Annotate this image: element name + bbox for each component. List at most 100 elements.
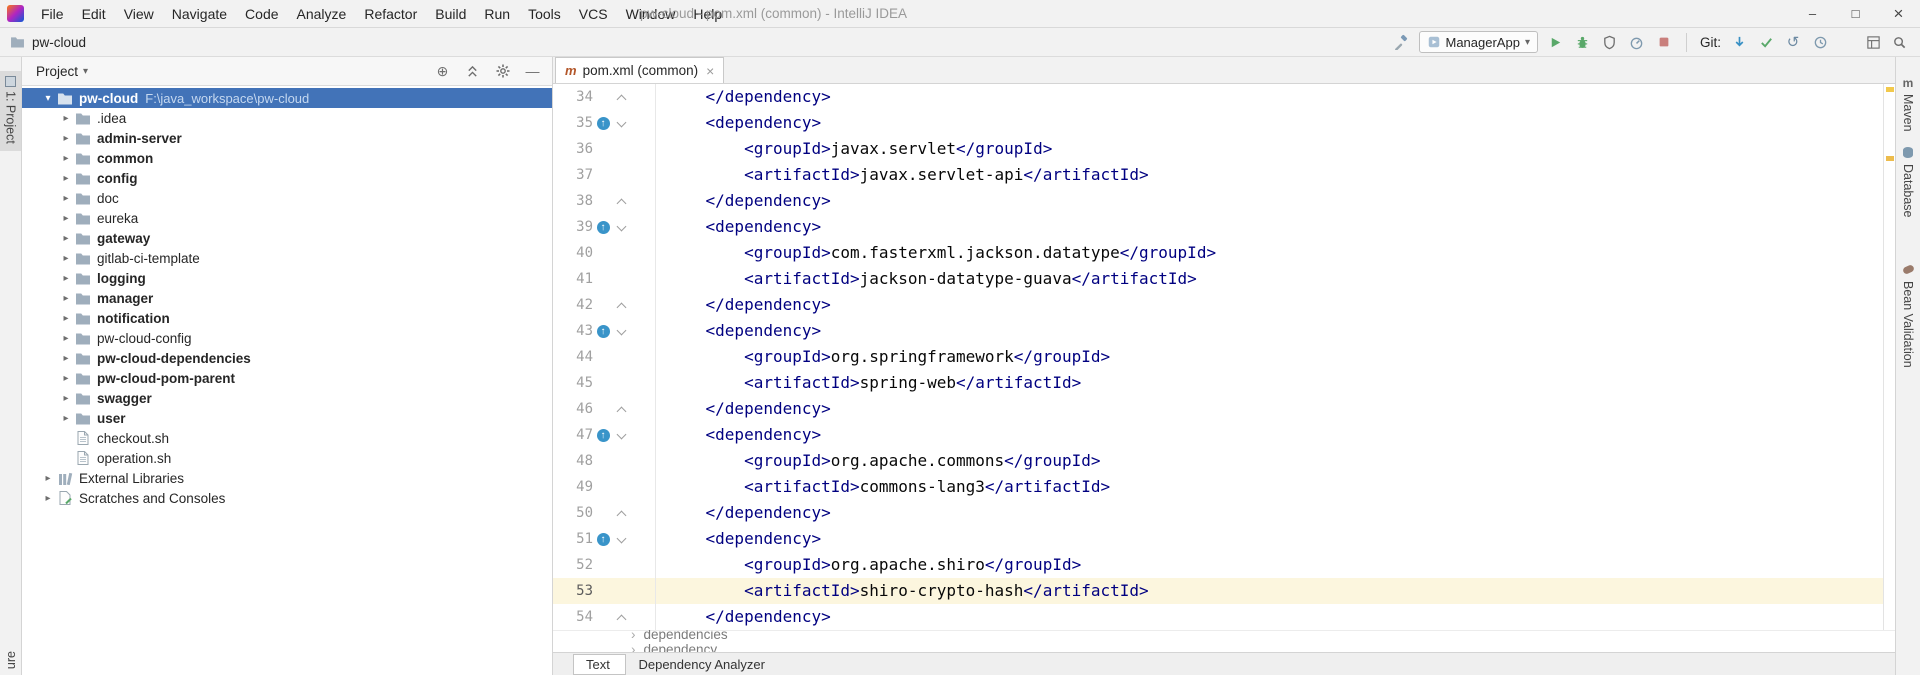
fold-marker-icon[interactable] [613, 292, 631, 318]
project-item-external-libraries[interactable]: ▸ External Libraries [22, 468, 552, 488]
fold-marker-icon[interactable] [613, 344, 631, 370]
code-text[interactable]: </dependency> [655, 604, 831, 630]
run-with-coverage-button[interactable] [1601, 33, 1619, 51]
bottom-tab-dependency-analyzer[interactable]: Dependency Analyzer [626, 655, 776, 674]
code-text[interactable]: <dependency> [655, 214, 821, 240]
project-item--idea[interactable]: ▸ .idea [22, 108, 552, 128]
minimize-button[interactable]: – [1791, 0, 1834, 27]
expand-arrow-icon[interactable]: ▸ [58, 333, 74, 344]
tool-stripe-structure[interactable]: ure [0, 651, 21, 669]
menu-item-edit[interactable]: Edit [73, 0, 115, 27]
run-button[interactable] [1547, 33, 1565, 51]
expand-arrow-icon[interactable]: ▸ [58, 133, 74, 144]
expand-arrow-icon[interactable]: ▸ [40, 493, 56, 504]
editor-line-54[interactable]: 54 </dependency> [553, 604, 1883, 630]
code-text[interactable]: <groupId>javax.servlet</groupId> [655, 136, 1052, 162]
editor-line-35[interactable]: 35 <dependency> [553, 110, 1883, 136]
expand-arrow-icon[interactable]: ▸ [58, 233, 74, 244]
build-hammer-icon[interactable] [1392, 33, 1410, 51]
project-item-swagger[interactable]: ▸ swagger [22, 388, 552, 408]
git-rollback-button[interactable]: ↺ [1784, 33, 1802, 51]
editor-line-42[interactable]: 42 </dependency> [553, 292, 1883, 318]
fold-marker-icon[interactable] [613, 422, 631, 448]
code-text[interactable]: </dependency> [655, 188, 831, 214]
code-text[interactable]: <artifactId>commons-lang3</artifactId> [655, 474, 1110, 500]
editor-scrollbar[interactable] [1883, 84, 1895, 630]
project-item-eureka[interactable]: ▸ eureka [22, 208, 552, 228]
fold-marker-icon[interactable] [613, 136, 631, 162]
expand-arrow-icon[interactable]: ▸ [58, 213, 74, 224]
gear-icon[interactable] [495, 64, 510, 79]
expand-arrow-icon[interactable]: ▸ [40, 473, 56, 484]
fold-marker-icon[interactable] [613, 552, 631, 578]
fold-marker-icon[interactable] [613, 396, 631, 422]
project-item-pw-cloud-config[interactable]: ▸ pw-cloud-config [22, 328, 552, 348]
maven-gutter-icon[interactable] [593, 214, 613, 240]
fold-marker-icon[interactable] [613, 84, 631, 110]
project-item-user[interactable]: ▸ user [22, 408, 552, 428]
expand-arrow-icon[interactable]: ▸ [58, 153, 74, 164]
profiler-button[interactable] [1628, 33, 1646, 51]
tab-close-icon[interactable]: × [706, 63, 714, 79]
expand-arrow-icon[interactable]: ▸ [58, 273, 74, 284]
expand-arrow-icon[interactable]: ▸ [58, 353, 74, 364]
fold-marker-icon[interactable] [613, 448, 631, 474]
editor-line-36[interactable]: 36 <groupId>javax.servlet</groupId> [553, 136, 1883, 162]
expand-arrow-icon[interactable]: ▸ [58, 113, 74, 124]
stop-button[interactable] [1655, 33, 1673, 51]
code-text[interactable]: <artifactId>jackson-datatype-guava</arti… [655, 266, 1197, 292]
code-text[interactable]: </dependency> [655, 500, 831, 526]
code-text[interactable]: </dependency> [655, 396, 831, 422]
tool-stripe-project[interactable]: 1: Project [0, 71, 21, 151]
debug-button[interactable] [1574, 33, 1592, 51]
editor-area[interactable]: 34 </dependency> 35 <dependency> 36 <gro… [553, 84, 1895, 630]
warning-stripe-mark[interactable] [1886, 87, 1894, 92]
code-text[interactable]: <artifactId>shiro-crypto-hash</artifactI… [655, 578, 1149, 604]
code-text[interactable]: <artifactId>javax.servlet-api</artifactI… [655, 162, 1149, 188]
project-item-doc[interactable]: ▸ doc [22, 188, 552, 208]
history-button[interactable] [1811, 33, 1829, 51]
window-layout-icon[interactable] [1864, 33, 1882, 51]
fold-marker-icon[interactable] [613, 162, 631, 188]
editor-line-47[interactable]: 47 <dependency> [553, 422, 1883, 448]
warning-stripe-mark[interactable] [1886, 156, 1894, 161]
editor-line-34[interactable]: 34 </dependency> [553, 84, 1883, 110]
maven-gutter-icon[interactable] [593, 526, 613, 552]
code-text[interactable]: <dependency> [655, 110, 821, 136]
editor-line-46[interactable]: 46 </dependency> [553, 396, 1883, 422]
editor-line-44[interactable]: 44 <groupId>org.springframework</groupId… [553, 344, 1883, 370]
code-text[interactable]: <groupId>com.fasterxml.jackson.datatype<… [655, 240, 1216, 266]
locate-file-icon[interactable]: ⊕ [435, 64, 450, 79]
menu-item-refactor[interactable]: Refactor [355, 0, 426, 27]
expand-arrow-icon[interactable]: ▸ [58, 253, 74, 264]
project-item-admin-server[interactable]: ▸ admin-server [22, 128, 552, 148]
project-item-config[interactable]: ▸ config [22, 168, 552, 188]
code-text[interactable]: <groupId>org.apache.shiro</groupId> [655, 552, 1081, 578]
editor-line-41[interactable]: 41 <artifactId>jackson-datatype-guava</a… [553, 266, 1883, 292]
expand-arrow-icon[interactable]: ▸ [58, 373, 74, 384]
fold-marker-icon[interactable] [613, 188, 631, 214]
fold-marker-icon[interactable] [613, 214, 631, 240]
editor-line-51[interactable]: 51 <dependency> [553, 526, 1883, 552]
fold-marker-icon[interactable] [613, 526, 631, 552]
code-text[interactable]: <groupId>org.springframework</groupId> [655, 344, 1110, 370]
maven-gutter-icon[interactable] [593, 110, 613, 136]
editor-line-53[interactable]: 53 <artifactId>shiro-crypto-hash</artifa… [553, 578, 1883, 604]
editor-line-39[interactable]: 39 <dependency> [553, 214, 1883, 240]
project-item-pw-cloud-root[interactable]: ▾ pw-cloud F:\java_workspace\pw-cloud [22, 88, 552, 108]
code-text[interactable]: <dependency> [655, 526, 821, 552]
editor-line-52[interactable]: 52 <groupId>org.apache.shiro</groupId> [553, 552, 1883, 578]
run-configuration-select[interactable]: ManagerApp ▾ [1419, 31, 1538, 53]
code-text[interactable]: <artifactId>spring-web</artifactId> [655, 370, 1081, 396]
menu-item-vcs[interactable]: VCS [570, 0, 617, 27]
expand-arrow-icon[interactable]: ▸ [58, 293, 74, 304]
menu-item-tools[interactable]: Tools [519, 0, 570, 27]
expand-arrow-icon[interactable]: ▸ [58, 413, 74, 424]
code-text[interactable]: </dependency> [655, 84, 831, 110]
menu-item-navigate[interactable]: Navigate [163, 0, 236, 27]
project-item-gateway[interactable]: ▸ gateway [22, 228, 552, 248]
search-everywhere-icon[interactable] [1890, 33, 1908, 51]
tool-stripe-maven[interactable]: Maven [1901, 73, 1915, 135]
editor-line-50[interactable]: 50 </dependency> [553, 500, 1883, 526]
hide-panel-icon[interactable]: — [525, 64, 540, 79]
